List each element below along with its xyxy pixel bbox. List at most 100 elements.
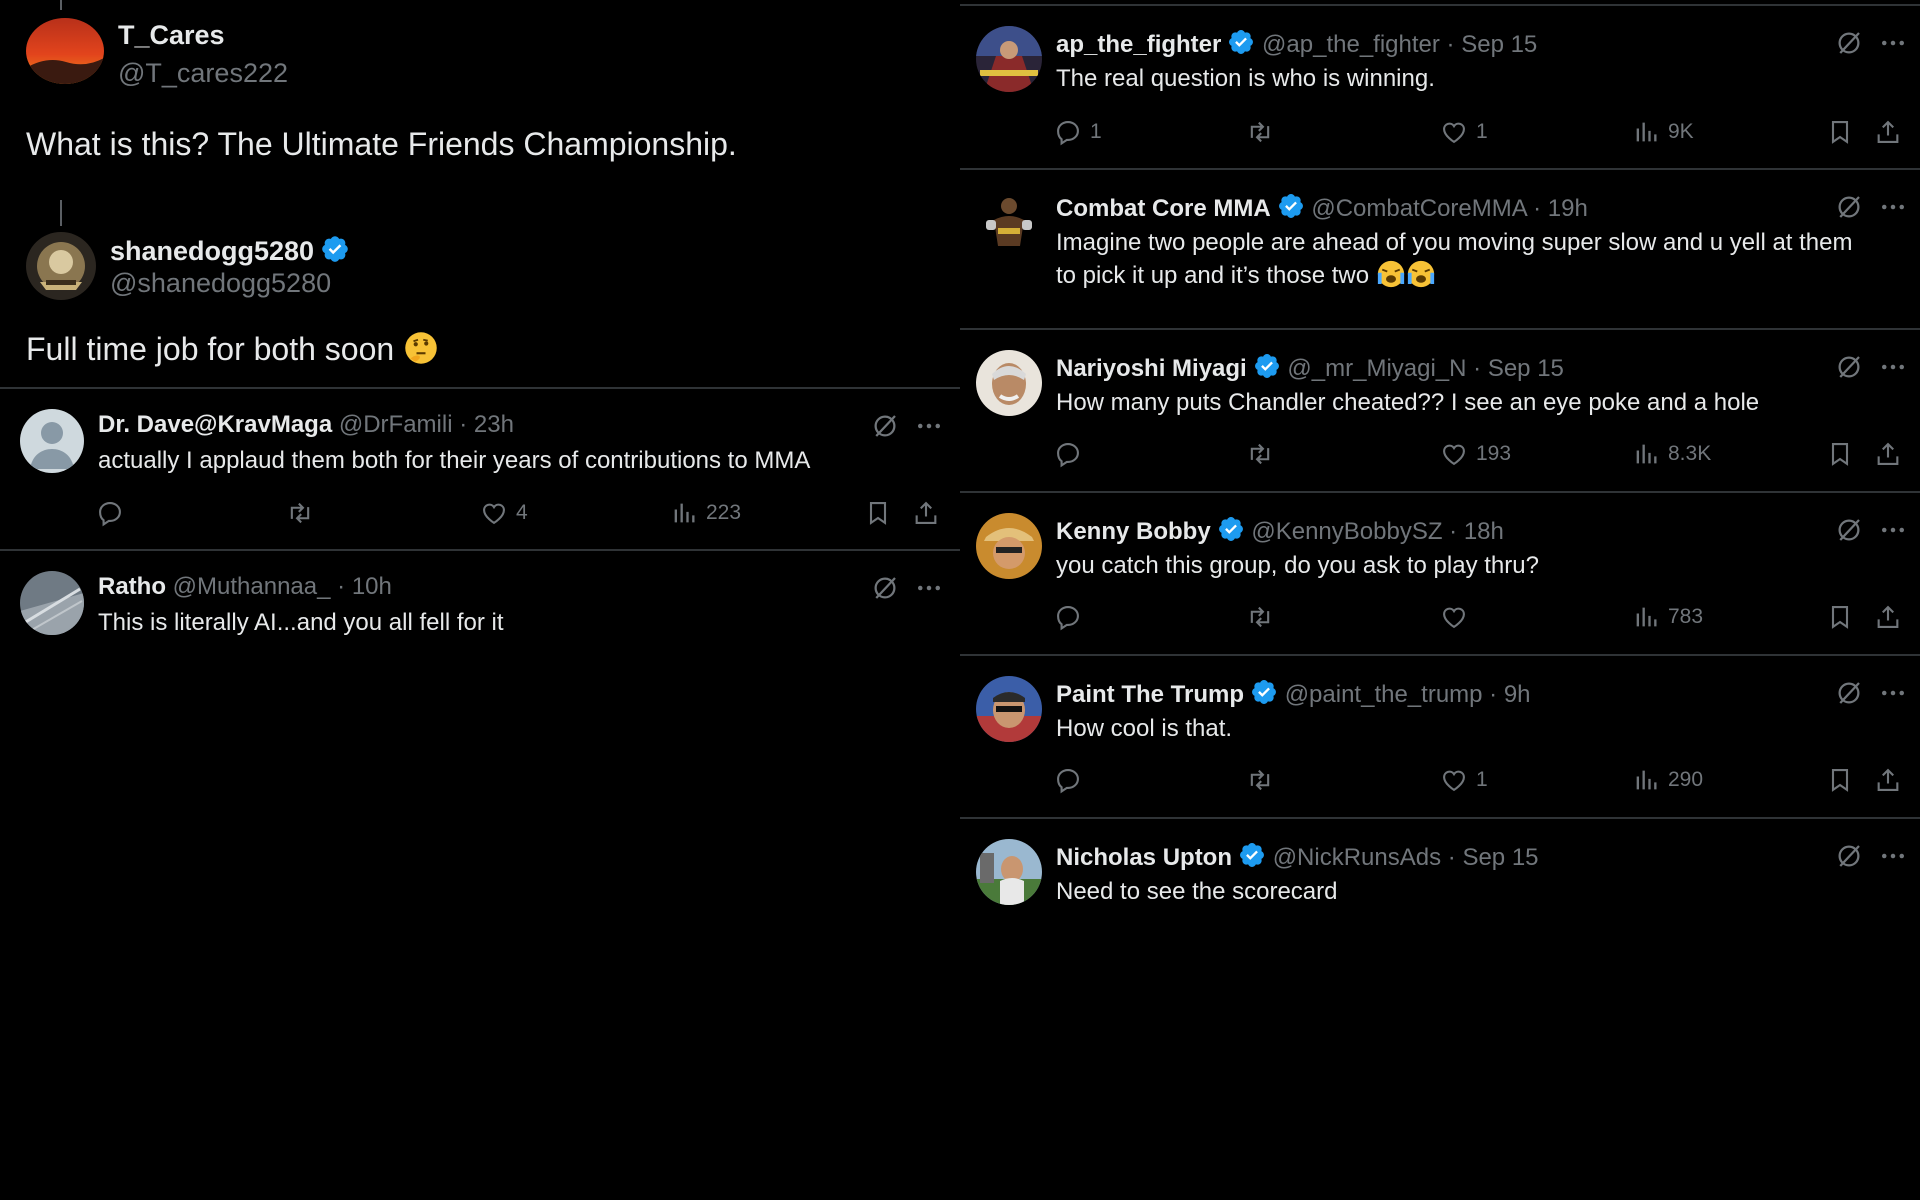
author-handle[interactable]: @KennyBobbySZ xyxy=(1251,518,1442,545)
reply-post[interactable]: Dr. Dave@KravMaga @DrFamili · 23h actual… xyxy=(0,389,960,549)
avatar-default[interactable] xyxy=(20,409,84,473)
reply-header: Nariyoshi Miyagi @_mr_Miyagi_N · Sep 15 xyxy=(1056,352,1564,383)
avatar-ratho[interactable] xyxy=(20,571,84,635)
more-options-icon[interactable] xyxy=(1878,841,1908,871)
post-time[interactable]: · Sep 15 xyxy=(1447,31,1538,58)
avatar-nariyoshi-miyagi[interactable] xyxy=(976,350,1042,416)
repost-button[interactable] xyxy=(1246,438,1274,470)
author-name[interactable]: Ratho xyxy=(98,573,166,600)
author-handle[interactable]: @_mr_Miyagi_N xyxy=(1287,355,1466,382)
author-handle[interactable]: @DrFamili xyxy=(339,411,453,438)
reply-post[interactable]: Kenny Bobby @KennyBobbySZ · 18h you catc… xyxy=(960,493,1920,655)
share-button[interactable] xyxy=(1874,116,1902,148)
more-options-icon[interactable] xyxy=(914,411,944,441)
author-name[interactable]: Nicholas Upton xyxy=(1056,844,1232,871)
view-count: 223 xyxy=(706,501,742,524)
post-time[interactable]: · Sep 15 xyxy=(1473,355,1564,382)
like-button[interactable]: 193 xyxy=(1440,438,1511,470)
repost-button[interactable] xyxy=(1246,601,1274,633)
reply-button[interactable] xyxy=(1054,601,1090,633)
views-button[interactable]: 9K xyxy=(1632,116,1694,148)
reply-header: Dr. Dave@KravMaga @DrFamili · 23h xyxy=(98,411,514,439)
avatar-ap-the-fighter[interactable] xyxy=(976,26,1042,92)
reply-post[interactable]: ap_the_fighter @ap_the_fighter · Sep 15 … xyxy=(960,6,1920,168)
reply-button[interactable] xyxy=(96,497,132,529)
bookmark-button[interactable] xyxy=(1826,116,1854,148)
grok-icon[interactable] xyxy=(1834,841,1864,871)
repost-button[interactable] xyxy=(1246,116,1274,148)
author-name[interactable]: Combat Core MMA xyxy=(1056,195,1271,222)
views-button[interactable]: 8.3K xyxy=(1632,438,1711,470)
repost-button[interactable] xyxy=(286,497,314,529)
views-button[interactable]: 783 xyxy=(1632,601,1703,633)
more-options-icon[interactable] xyxy=(1878,352,1908,382)
author-handle[interactable]: @CombatCoreMMA xyxy=(1311,195,1526,222)
reply-post[interactable]: Nicholas Upton @NickRunsAds · Sep 15 Nee… xyxy=(960,819,1920,919)
like-button[interactable]: 1 xyxy=(1440,764,1488,796)
avatar-shanedogg5280[interactable] xyxy=(26,232,96,300)
bookmark-button[interactable] xyxy=(864,497,892,529)
bookmark-button[interactable] xyxy=(1826,438,1854,470)
author-name[interactable]: T_Cares xyxy=(118,20,225,51)
more-options-icon[interactable] xyxy=(1878,678,1908,708)
views-button[interactable]: 290 xyxy=(1632,764,1703,796)
author-handle[interactable]: @NickRunsAds xyxy=(1273,844,1441,871)
views-icon xyxy=(1632,440,1660,468)
author-name[interactable]: Kenny Bobby xyxy=(1056,518,1211,545)
grok-icon[interactable] xyxy=(1834,192,1864,222)
reply-post[interactable]: Paint The Trump @paint_the_trump · 9h Ho… xyxy=(960,656,1920,818)
repost-button[interactable] xyxy=(1246,764,1274,796)
views-button[interactable]: 223 xyxy=(670,497,741,529)
grok-icon[interactable] xyxy=(1834,515,1864,545)
reply-header: ap_the_fighter @ap_the_fighter · Sep 15 xyxy=(1056,28,1537,59)
avatar-kenny-bobby[interactable] xyxy=(976,513,1042,579)
avatar-paint-the-trump[interactable] xyxy=(976,676,1042,742)
post-time[interactable]: · 9h xyxy=(1489,681,1530,708)
avatar-t-cares[interactable] xyxy=(26,18,104,84)
more-options-icon[interactable] xyxy=(1878,192,1908,222)
author-handle[interactable]: @paint_the_trump xyxy=(1285,681,1483,708)
post-time[interactable]: · 19h xyxy=(1533,195,1588,222)
author-name[interactable]: Paint The Trump xyxy=(1056,681,1244,708)
reply-post[interactable]: Nariyoshi Miyagi @_mr_Miyagi_N · Sep 15 … xyxy=(960,330,1920,492)
bookmark-button[interactable] xyxy=(1826,764,1854,796)
author-name[interactable]: ap_the_fighter xyxy=(1056,31,1221,58)
repost-icon xyxy=(1246,603,1274,631)
author-handle[interactable]: @T_cares222 xyxy=(118,58,288,89)
more-options-icon[interactable] xyxy=(1878,28,1908,58)
post-time[interactable]: · 10h xyxy=(337,573,392,600)
share-button[interactable] xyxy=(1874,601,1902,633)
grok-icon[interactable] xyxy=(1834,678,1864,708)
more-options-icon[interactable] xyxy=(1878,515,1908,545)
post-time[interactable]: · Sep 15 xyxy=(1448,844,1539,871)
avatar-nicholas-upton[interactable] xyxy=(976,839,1042,905)
share-button[interactable] xyxy=(1874,438,1902,470)
grok-icon[interactable] xyxy=(870,573,900,603)
like-button[interactable]: 1 xyxy=(1440,116,1488,148)
post-time[interactable]: · 18h xyxy=(1449,518,1504,545)
post-time[interactable]: · 23h xyxy=(459,411,514,438)
reply-button[interactable] xyxy=(1054,438,1090,470)
author-handle[interactable]: @Muthannaa_ xyxy=(173,573,331,600)
like-count: 1 xyxy=(1476,768,1488,791)
bookmark-button[interactable] xyxy=(1826,601,1854,633)
like-button[interactable] xyxy=(1440,601,1476,633)
grok-icon[interactable] xyxy=(1834,28,1864,58)
share-button[interactable] xyxy=(912,497,940,529)
author-handle[interactable]: @ap_the_fighter xyxy=(1262,31,1440,58)
author-name[interactable]: Nariyoshi Miyagi xyxy=(1056,355,1247,382)
avatar-combat-core-mma[interactable] xyxy=(976,190,1042,256)
view-count: 783 xyxy=(1668,605,1704,628)
author-name[interactable]: shanedogg5280 xyxy=(110,236,314,266)
author-name[interactable]: Dr. Dave@KravMaga xyxy=(98,411,332,438)
like-button[interactable]: 4 xyxy=(480,497,528,529)
reply-post[interactable]: Combat Core MMA @CombatCoreMMA · 19h Ima… xyxy=(960,170,1920,330)
reply-button[interactable] xyxy=(1054,764,1090,796)
share-button[interactable] xyxy=(1874,764,1902,796)
author-handle[interactable]: @shanedogg5280 xyxy=(110,268,331,299)
reply-post[interactable]: Ratho @Muthannaa_ · 10h This is literall… xyxy=(0,551,960,651)
grok-icon[interactable] xyxy=(1834,352,1864,382)
grok-icon[interactable] xyxy=(870,411,900,441)
reply-button[interactable]: 1 xyxy=(1054,116,1102,148)
more-options-icon[interactable] xyxy=(914,573,944,603)
